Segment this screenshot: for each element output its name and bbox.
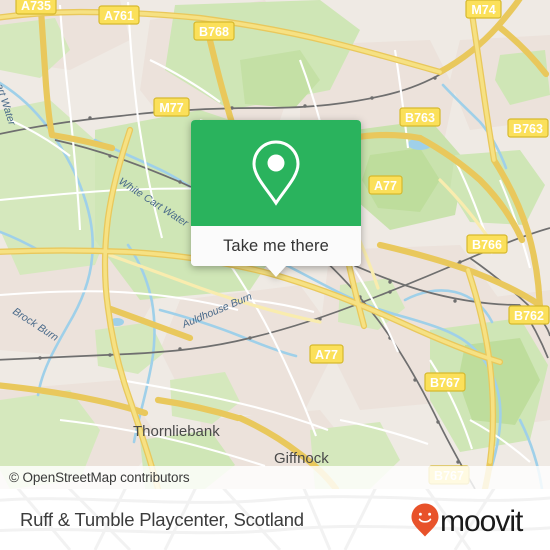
popup-action-button[interactable]: Take me there <box>191 226 361 266</box>
road-shield-label: B766 <box>472 238 502 252</box>
road-shield-label: A77 <box>374 179 397 193</box>
road-shield: B767 <box>424 372 466 392</box>
road-shield: B768 <box>193 21 235 41</box>
map-attribution-bar: © OpenStreetMap contributors <box>0 466 550 489</box>
road-shield: B763 <box>399 107 441 127</box>
road-shield: B766 <box>466 234 508 254</box>
road-shield-label: B763 <box>405 111 435 125</box>
road-shield-label: B763 <box>513 122 543 136</box>
road-shield: B762 <box>508 305 550 325</box>
road-shield-label: B762 <box>514 309 544 323</box>
popup-header <box>191 120 361 226</box>
map-screenshot-root: White Cart Water Brock Burn Auldhouse Bu… <box>0 0 550 550</box>
place-title: Ruff & Tumble Playcenter, Scotland <box>20 508 304 530</box>
road-shield: A761 <box>98 5 140 25</box>
popup-tail <box>266 266 286 277</box>
place-label: Thornliebank <box>133 423 220 440</box>
road-shield: B763 <box>507 118 549 138</box>
popup-card[interactable]: Take me there <box>191 120 361 266</box>
map-pin-icon <box>250 138 302 208</box>
road-shield-label: A761 <box>104 9 134 23</box>
footer-bar: Ruff & Tumble Playcenter, Scotland moovi… <box>0 489 550 550</box>
road-shield: A735 <box>15 0 57 15</box>
moovit-logo[interactable]: moovit <box>410 502 532 538</box>
moovit-smiley-pin-icon: moovit <box>411 503 525 538</box>
map-popup[interactable]: Take me there <box>191 120 361 277</box>
road-shield-label: A735 <box>21 0 51 13</box>
road-shield-label: A77 <box>315 348 338 362</box>
road-shield-label: M77 <box>159 101 183 115</box>
place-label: Giffnock <box>274 450 329 467</box>
road-shield-label: B768 <box>199 25 229 39</box>
attribution-text: © OpenStreetMap contributors <box>9 470 190 485</box>
road-shield: A77 <box>368 175 403 195</box>
road-shield-label: M74 <box>471 3 495 17</box>
popup-action-label: Take me there <box>223 236 329 255</box>
road-shield: M77 <box>153 97 190 117</box>
road-shield-label: B767 <box>430 376 460 390</box>
road-shield: A77 <box>309 344 344 364</box>
road-shield: M74 <box>465 0 502 19</box>
svg-text:moovit: moovit <box>440 505 524 538</box>
